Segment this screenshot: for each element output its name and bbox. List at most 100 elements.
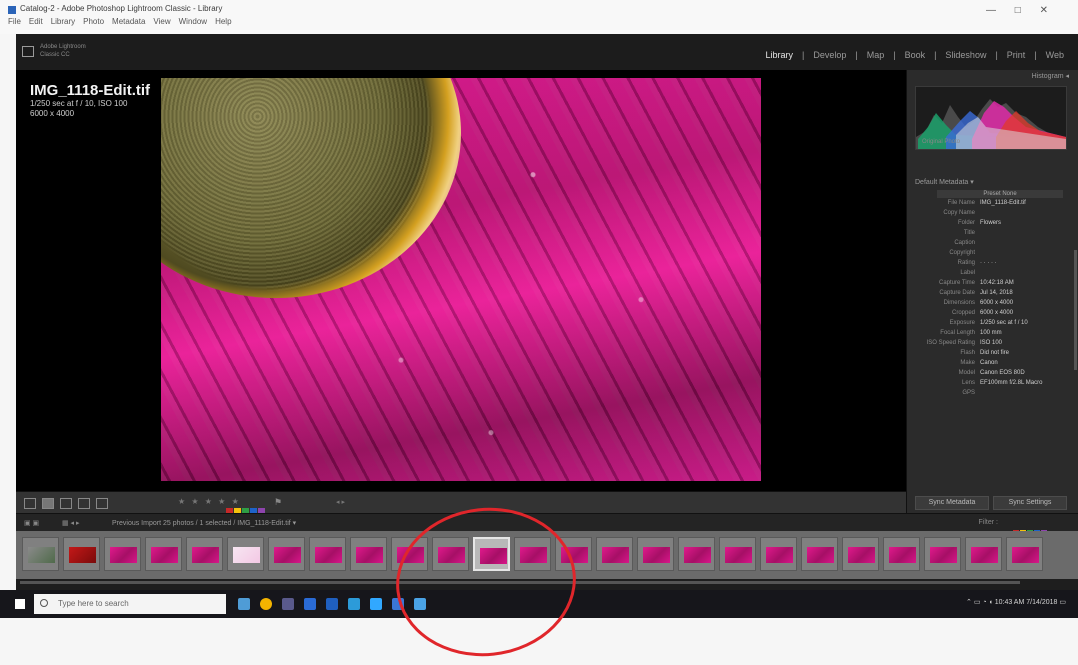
metadata-value[interactable]: 100 mm [980,330,1002,336]
metadata-row[interactable]: Label [913,270,1068,280]
sync-settings-button[interactable]: Sync Settings [993,496,1067,510]
windows-start-icon[interactable] [15,599,25,609]
taskbar-search-box[interactable]: Type here to search [34,594,226,614]
metadata-row[interactable]: Rating · · · · · [913,260,1068,270]
module-web[interactable]: Web [1046,50,1064,60]
menu-photo[interactable]: Photo [83,17,104,26]
taskbar-app-icon[interactable] [370,598,382,610]
compare-view-icon[interactable] [60,498,72,509]
taskbar-app-icon[interactable] [238,598,250,610]
menu-metadata[interactable]: Metadata [112,17,145,26]
metadata-row[interactable]: Caption [913,240,1068,250]
notification-icon[interactable]: ▭ [1059,599,1066,606]
clock-time[interactable]: 10:43 AM [995,599,1025,606]
metadata-row[interactable]: Capture Time 10:42:18 AM [913,280,1068,290]
menu-file[interactable]: File [8,17,21,26]
filmstrip-thumbnail[interactable] [309,537,346,571]
filmstrip-thumbnail[interactable] [801,537,838,571]
metadata-row[interactable]: Lens EF100mm f/2.8L Macro [913,380,1068,390]
toolbar-navigation[interactable]: ◂ ▸ [336,498,345,506]
taskbar-app-icon[interactable] [282,598,294,610]
metadata-row[interactable]: GPS [913,390,1068,400]
filmstrip-breadcrumb[interactable]: Previous Import 25 photos / 1 selected /… [112,519,296,527]
metadata-value[interactable]: 6000 x 4000 [980,300,1013,306]
metadata-row[interactable]: Make Canon [913,360,1068,370]
filmstrip-thumbnail[interactable] [145,537,182,571]
taskbar-app-icon[interactable] [326,598,338,610]
module-book[interactable]: Book [905,50,926,60]
menu-library[interactable]: Library [51,17,75,26]
filmstrip-thumbnail[interactable] [186,537,223,571]
filmstrip-thumbnail[interactable] [391,537,428,571]
loupe-view[interactable]: IMG_1118-Edit.tif 1/250 sec at f / 10, I… [16,70,906,491]
filmstrip-thumbnail[interactable] [1006,537,1043,571]
right-panel-scrollbar[interactable] [1074,250,1077,370]
metadata-value[interactable]: ISO 100 [980,340,1002,346]
metadata-value[interactable]: IMG_1118-Edit.tif [980,200,1026,206]
metadata-value[interactable]: Canon EOS 80D [980,370,1025,376]
filmstrip-nav-arrows[interactable]: ▦ ◂ ▸ [62,519,80,527]
metadata-row[interactable]: Flash Did not fire [913,350,1068,360]
metadata-row[interactable]: ISO Speed Rating ISO 100 [913,340,1068,350]
flag-icon[interactable]: ⚑ [274,497,282,508]
metadata-row[interactable]: Title [913,230,1068,240]
filmstrip-thumbnail[interactable] [842,537,879,571]
menu-help[interactable]: Help [215,17,231,26]
loupe-view-icon[interactable] [42,498,54,509]
secondary-display-icon[interactable]: ▣ ▣ [24,519,39,527]
metadata-value[interactable]: 10:42:18 AM [980,280,1014,286]
filmstrip-thumbnail-selected[interactable] [473,537,510,571]
metadata-row[interactable]: Dimensions 6000 x 4000 [913,300,1068,310]
filmstrip-thumbnail[interactable] [63,537,100,571]
metadata-row[interactable]: Folder Flowers [913,220,1068,230]
filmstrip-thumbnail[interactable] [965,537,1002,571]
metadata-row[interactable]: Exposure 1/250 sec at f / 10 [913,320,1068,330]
filmstrip-thumbnail[interactable] [227,537,264,571]
metadata-value[interactable]: 1/250 sec at f / 10 [980,320,1028,326]
metadata-value[interactable]: Flowers [980,220,1001,226]
filmstrip-thumbnail[interactable] [104,537,141,571]
filmstrip-thumbnail[interactable] [924,537,961,571]
metadata-preset-select[interactable]: Preset None [937,190,1063,198]
metadata-row[interactable]: Focal Length 100 mm [913,330,1068,340]
filmstrip-thumbnail[interactable] [555,537,592,571]
filmstrip-scroll-thumb[interactable] [20,581,1020,584]
metadata-row[interactable]: Copyright [913,250,1068,260]
metadata-row[interactable]: Copy Name [913,210,1068,220]
main-photo[interactable] [161,78,761,481]
module-print[interactable]: Print [1007,50,1026,60]
metadata-value[interactable]: · · · · · [980,260,997,266]
metadata-value[interactable]: 6000 x 4000 [980,310,1013,316]
module-map[interactable]: Map [867,50,885,60]
filmstrip-thumbnail[interactable] [268,537,305,571]
module-slideshow[interactable]: Slideshow [945,50,986,60]
metadata-row[interactable]: Capture Date Jul 14, 2018 [913,290,1068,300]
filmstrip-scrollbar[interactable] [16,579,1078,590]
metadata-value[interactable]: Jul 14, 2018 [980,290,1013,296]
filmstrip-thumbnail[interactable] [22,537,59,571]
metadata-row[interactable]: File Name IMG_1118-Edit.tif [913,200,1068,210]
metadata-value[interactable]: Did not fire [980,350,1009,356]
taskbar-app-icon[interactable] [260,598,272,610]
people-view-icon[interactable] [96,498,108,509]
grid-view-icon[interactable] [24,498,36,509]
taskbar-app-icon[interactable] [414,598,426,610]
filmstrip-thumbnail[interactable] [883,537,920,571]
filmstrip-thumbnail[interactable] [719,537,756,571]
filmstrip-thumbnail[interactable] [760,537,797,571]
survey-view-icon[interactable] [78,498,90,509]
taskbar-app-icon[interactable] [392,598,404,610]
menu-edit[interactable]: Edit [29,17,43,26]
histogram-panel-header[interactable]: Histogram ◂ [907,72,1078,86]
menu-window[interactable]: Window [179,17,207,26]
module-library[interactable]: Library [765,50,793,60]
filmstrip-thumbnail[interactable] [350,537,387,571]
metadata-row[interactable]: Model Canon EOS 80D [913,370,1068,380]
sync-metadata-button[interactable]: Sync Metadata [915,496,989,510]
taskbar-app-icon[interactable] [348,598,360,610]
module-develop[interactable]: Develop [813,50,846,60]
filmstrip-thumbnail[interactable] [678,537,715,571]
filmstrip-thumbnail[interactable] [514,537,551,571]
filmstrip-thumbnail[interactable] [637,537,674,571]
window-controls[interactable]: — □ ✕ [986,5,1056,16]
